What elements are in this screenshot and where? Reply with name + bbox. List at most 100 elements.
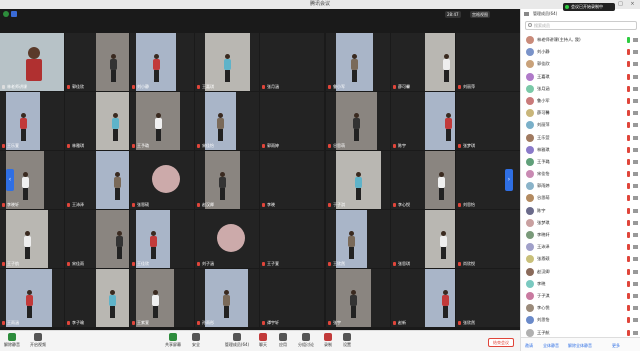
- video-tile[interactable]: 林雅琪: [65, 92, 129, 150]
- camera-icon[interactable]: [633, 111, 638, 116]
- camera-icon[interactable]: [633, 147, 638, 152]
- camera-icon[interactable]: [633, 98, 638, 103]
- settings-button[interactable]: 设置: [337, 333, 357, 350]
- video-tile[interactable]: 于子淇: [326, 151, 390, 209]
- view-switch-button[interactable]: 宫格视图: [470, 11, 490, 18]
- mic-off-icon[interactable]: [627, 85, 630, 92]
- video-button[interactable]: 开启视频: [28, 333, 48, 350]
- more-button[interactable]: 更多: [612, 342, 620, 349]
- mic-off-icon[interactable]: [627, 97, 630, 104]
- video-tile[interactable]: 谷思萌: [326, 92, 390, 150]
- camera-icon[interactable]: [633, 318, 638, 323]
- video-tile[interactable]: 宋佳雨: [65, 210, 129, 268]
- breakout-button[interactable]: 分组讨论: [296, 333, 316, 350]
- mic-off-icon[interactable]: [627, 122, 630, 129]
- video-tile[interactable]: 赵汉卿: [195, 151, 259, 209]
- mic-off-icon[interactable]: [627, 244, 630, 251]
- video-tile[interactable]: 孙雨彤: [195, 269, 259, 327]
- video-tile[interactable]: 薛可馨: [391, 33, 455, 91]
- video-tile[interactable]: 尚欣悦: [456, 210, 520, 268]
- member-list-item[interactable]: 谷思萌: [521, 192, 640, 204]
- mic-off-icon[interactable]: [627, 110, 630, 117]
- mic-off-icon[interactable]: [627, 305, 630, 312]
- camera-icon[interactable]: [633, 123, 638, 128]
- member-list-item[interactable]: 林雅琪: [521, 144, 640, 156]
- video-tile[interactable]: 张月涵: [260, 33, 324, 91]
- mic-off-icon[interactable]: [627, 49, 630, 56]
- mic-off-icon[interactable]: [627, 268, 630, 275]
- member-list-item[interactable]: 王予璐: [521, 156, 640, 168]
- video-tile[interactable]: 郭佳欣: [65, 33, 129, 91]
- video-tile[interactable]: 王欣然: [326, 210, 390, 268]
- camera-icon[interactable]: [633, 293, 638, 298]
- mic-off-icon[interactable]: [627, 232, 630, 238]
- member-list-item[interactable]: 陈宇: [521, 205, 640, 217]
- video-tile[interactable]: 鲁小军: [326, 33, 390, 91]
- video-tile[interactable]: 张恩硕: [130, 151, 194, 209]
- member-search-input[interactable]: 搜索成员: [525, 21, 637, 30]
- camera-icon[interactable]: [633, 172, 638, 177]
- camera-icon[interactable]: [633, 50, 638, 55]
- video-tile[interactable]: 李心悦: [391, 151, 455, 209]
- video-tile[interactable]: 王紫萱: [130, 269, 194, 327]
- camera-icon[interactable]: [633, 281, 638, 286]
- video-tile[interactable]: 王嘉琪: [195, 33, 259, 91]
- camera-icon[interactable]: [633, 159, 638, 164]
- video-tile[interactable]: 王予璐: [130, 92, 194, 150]
- mic-off-icon[interactable]: [627, 37, 630, 43]
- camera-icon[interactable]: [633, 220, 638, 225]
- camera-icon[interactable]: [633, 135, 638, 140]
- camera-icon[interactable]: [633, 62, 638, 67]
- member-list-item[interactable]: 张恩硕: [521, 253, 640, 265]
- camera-icon[interactable]: [633, 184, 638, 189]
- video-tile[interactable]: 王沛泽: [65, 151, 129, 209]
- mute-all-button[interactable]: 全体静音: [543, 342, 559, 349]
- video-tile[interactable]: 刘小静: [130, 33, 194, 91]
- close-icon[interactable]: ×: [629, 1, 636, 8]
- member-list-item[interactable]: 林老师讲课(主持人, 我): [521, 34, 640, 46]
- mic-off-icon[interactable]: [627, 183, 630, 190]
- member-list-item[interactable]: 鲁小军: [521, 95, 640, 107]
- next-page-button[interactable]: ›: [505, 169, 513, 191]
- member-list-item[interactable]: 刘丽萍: [521, 119, 640, 131]
- member-list-item[interactable]: 张梦琪: [521, 217, 640, 229]
- mic-off-icon[interactable]: [627, 158, 630, 165]
- video-tile[interactable]: 李子瑜: [65, 269, 129, 327]
- mute-button[interactable]: 解除静音: [2, 333, 22, 350]
- mic-off-icon[interactable]: [627, 171, 630, 178]
- camera-icon[interactable]: [633, 306, 638, 311]
- video-tile[interactable]: 林老师讲课: [0, 33, 64, 91]
- camera-icon[interactable]: [633, 86, 638, 91]
- mic-off-icon[interactable]: [627, 73, 630, 80]
- video-tile[interactable]: 王佳欣: [130, 210, 194, 268]
- video-tile[interactable]: 张宇: [326, 269, 390, 327]
- camera-icon[interactable]: [633, 257, 638, 262]
- member-list-item[interactable]: 刘小静: [521, 46, 640, 58]
- member-list-item[interactable]: 郭佳欣: [521, 58, 640, 70]
- member-list-item[interactable]: 李晓: [521, 278, 640, 290]
- end-meeting-button[interactable]: 结束会议: [488, 338, 514, 347]
- mic-off-icon[interactable]: [627, 219, 630, 226]
- video-tile[interactable]: 王乐萱: [0, 92, 64, 150]
- mic-off-icon[interactable]: [627, 195, 630, 202]
- mic-off-icon[interactable]: [627, 317, 630, 324]
- mic-off-icon[interactable]: [627, 207, 630, 214]
- mic-off-icon[interactable]: [627, 256, 630, 263]
- unmute-all-button[interactable]: 解除全体静音: [568, 342, 592, 349]
- video-tile[interactable]: 宋佳怡: [195, 92, 259, 150]
- video-tile[interactable]: 王子航: [0, 210, 64, 268]
- mic-off-icon[interactable]: [627, 329, 630, 336]
- mic-off-icon[interactable]: [627, 61, 630, 68]
- apps-button[interactable]: 应用: [273, 333, 293, 350]
- chat-button[interactable]: 聊天: [253, 333, 273, 350]
- member-list-item[interactable]: 宋佳怡: [521, 168, 640, 180]
- video-tile[interactable]: 张思琪: [391, 210, 455, 268]
- mic-off-icon[interactable]: [627, 134, 630, 141]
- mic-off-icon[interactable]: [627, 292, 630, 299]
- camera-icon[interactable]: [633, 330, 638, 335]
- member-list-item[interactable]: 刘思怡: [521, 314, 640, 326]
- member-list-item[interactable]: 张月涵: [521, 83, 640, 95]
- member-list-item[interactable]: 赵汉卿: [521, 266, 640, 278]
- members-button[interactable]: 管理成员(64): [224, 333, 250, 350]
- prev-page-button[interactable]: ‹: [6, 169, 14, 191]
